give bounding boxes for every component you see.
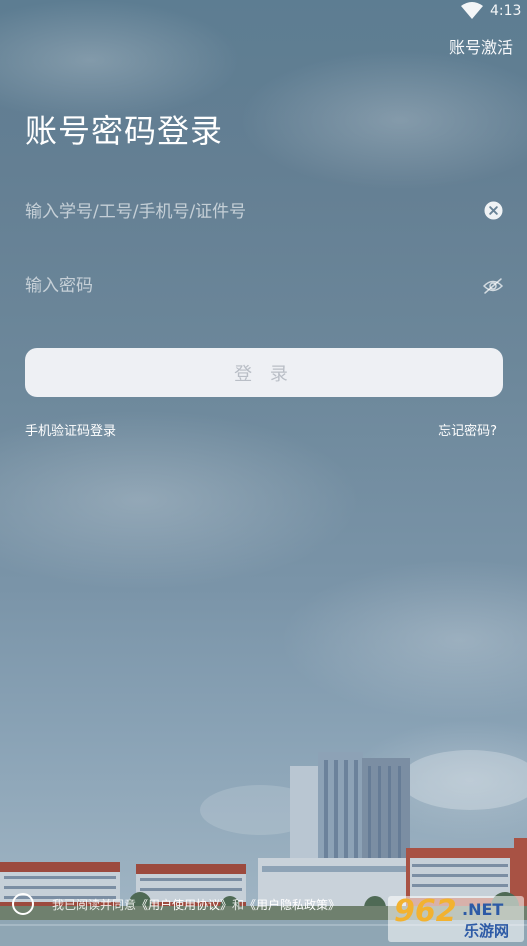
agree-radio[interactable]: [12, 893, 34, 915]
forgot-password-link[interactable]: 忘记密码?: [438, 420, 497, 439]
password-field: [25, 266, 503, 306]
watermark-cn: 乐游网: [464, 922, 510, 940]
account-input[interactable]: [25, 192, 465, 232]
agreement-prefix: 我已阅读并同意: [52, 897, 137, 912]
page-title: 账号密码登录: [25, 112, 224, 150]
sms-login-link[interactable]: 手机验证码登录: [25, 420, 116, 439]
agreement-conjunction: 和: [232, 897, 245, 912]
status-time: 4:13: [490, 3, 522, 19]
account-field: [25, 192, 503, 232]
user-agreement-link[interactable]: 《用户使用协议》: [136, 896, 232, 913]
login-button[interactable]: 登 录: [25, 348, 503, 397]
watermark-logo: 962 .NET 乐游网: [388, 896, 524, 942]
privacy-policy-link[interactable]: 《用户隐私政策》: [244, 896, 340, 913]
watermark-number: 962: [394, 896, 457, 929]
clear-circle-icon[interactable]: [484, 201, 503, 220]
agreement-row: 我已阅读并同意 《用户使用协议》 和 《用户隐私政策》: [12, 892, 340, 916]
watermark-net: .NET: [462, 900, 504, 919]
status-bar: 4:13: [0, 0, 527, 26]
eye-off-icon[interactable]: [483, 277, 503, 295]
password-input[interactable]: [25, 266, 465, 306]
wifi-icon: [461, 2, 483, 19]
account-activate-link[interactable]: 账号激活: [449, 34, 513, 58]
